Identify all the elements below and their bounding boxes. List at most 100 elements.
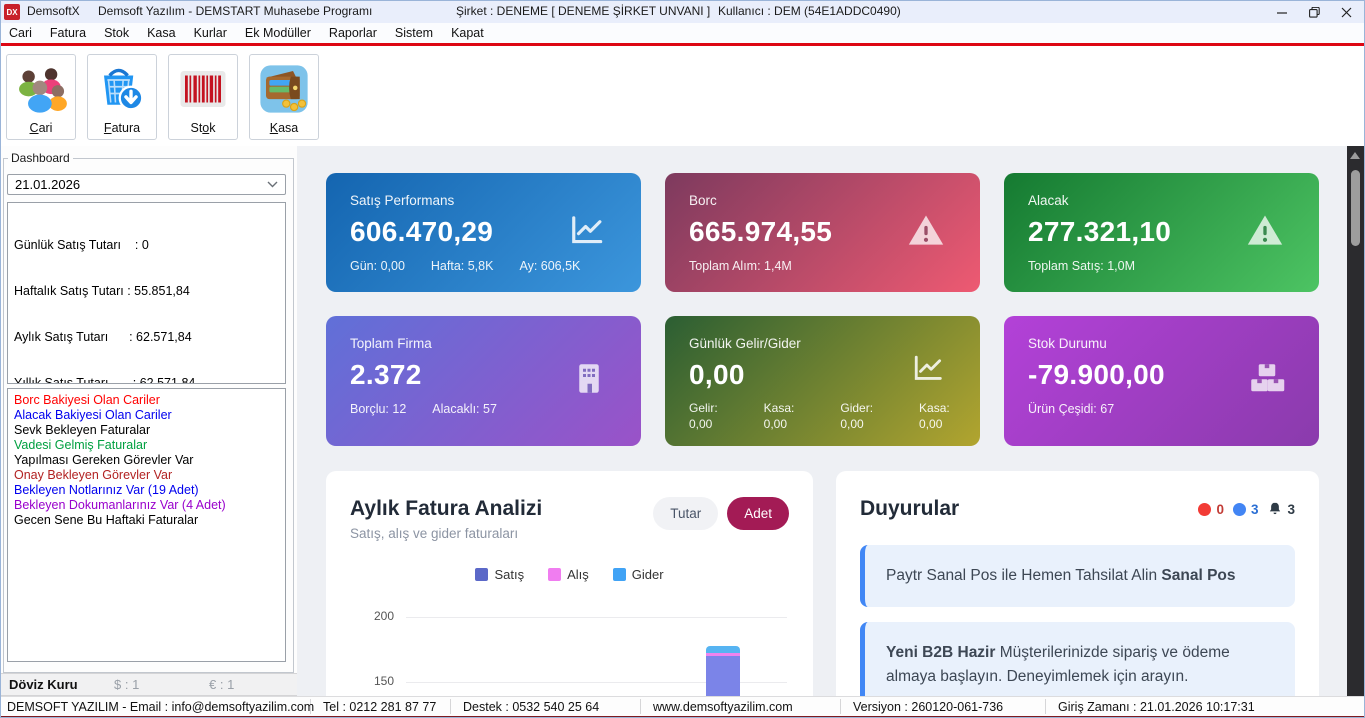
toolbar-cari-label: Cari [30, 121, 53, 135]
date-value: 21.01.2026 [15, 177, 80, 192]
restore-button[interactable] [1298, 1, 1330, 23]
card-sub: Hafta: 5,8K [431, 259, 494, 273]
stacked-bar [706, 646, 740, 696]
link-yapilmasi-gereken[interactable]: Yapılması Gereken Görevler Var [14, 453, 279, 468]
col-value: 0,00 [919, 416, 950, 432]
card-borc: Borc 665.974,55 Toplam Alım: 1,4M [665, 173, 980, 292]
announcement-item[interactable]: Yeni B2B Hazir Müşterilerinizde sipariş … [860, 622, 1295, 696]
link-vadesi-gelmis[interactable]: Vadesi Gelmiş Faturalar [14, 438, 279, 453]
sidebar: Dashboard 21.01.2026 Günlük Satış Tutarı… [1, 146, 297, 696]
aylik-fatura-analizi-card: Aylık Fatura Analizi Satış, alış ve gide… [326, 471, 813, 696]
blue-badge: 3 [1233, 502, 1259, 517]
y-tick: 200 [350, 609, 394, 623]
gridline [406, 617, 787, 618]
status-website-link[interactable]: www.demsoftyazilim.com [641, 699, 841, 714]
basket-icon [94, 61, 150, 117]
card-sub: Alacaklı: 57 [432, 402, 497, 416]
usd-rate: $ : 1 [114, 677, 209, 692]
stat-line: Haftalık Satış Tutarı : 55.851,84 [14, 284, 279, 299]
link-borc-bakiyesi[interactable]: Borc Bakiyesi Olan Cariler [14, 393, 279, 408]
menu-fatura[interactable]: Fatura [41, 23, 95, 43]
toolbar-stok-label: Stok [190, 121, 215, 135]
doviz-kuru-bar: Döviz Kuru $ : 1 € : 1 [1, 673, 297, 696]
y-tick: 150 [350, 674, 394, 688]
gider-swatch [613, 568, 626, 581]
app-logo-icon: DX [4, 4, 20, 20]
warning-icon [906, 210, 946, 255]
menu-sistem[interactable]: Sistem [386, 23, 442, 43]
bell-badge: 3 [1267, 501, 1295, 517]
card-sub: Ay: 606,5K [519, 259, 580, 273]
card-sub: Toplam Alım: 1,4M [689, 259, 792, 273]
toolbar-kasa-button[interactable]: Kasa [249, 54, 319, 140]
link-alacak-bakiyesi[interactable]: Alacak Bakiyesi Olan Cariler [14, 408, 279, 423]
stat-line: Yıllık Satış Tutarı : 62.571,84 [14, 376, 279, 384]
menubar: Cari Fatura Stok Kasa Kurlar Ek Modüller… [1, 23, 1365, 46]
titlebar: DX DemsoftX Demsoft Yazılım - DEMSTART M… [1, 1, 1365, 23]
col-label: Kasa: [919, 400, 950, 416]
card-title: Toplam Firma [350, 336, 617, 351]
scroll-up-icon[interactable] [1350, 152, 1360, 159]
chart-plot: 200 150 [350, 606, 789, 696]
link-bekleyen-dokumanlar[interactable]: Bekleyen Dokumanlarınız Var (4 Adet) [14, 498, 279, 513]
menu-kapat[interactable]: Kapat [442, 23, 493, 43]
card-title: Satış Performans [350, 193, 617, 208]
legend-satis: Satış [475, 567, 524, 582]
menu-ek-moduller[interactable]: Ek Modüller [236, 23, 320, 43]
window-title: Demsoft Yazılım - DEMSTART Muhasebe Prog… [98, 4, 372, 18]
vertical-scrollbar[interactable] [1347, 146, 1364, 696]
menu-stok[interactable]: Stok [95, 23, 138, 43]
announcement-item[interactable]: Paytr Sanal Pos ile Hemen Tahsilat Alin … [860, 545, 1295, 607]
menu-kasa[interactable]: Kasa [138, 23, 185, 43]
alis-swatch [548, 568, 561, 581]
company-label: Şirket : DENEME [ DENEME ŞİRKET UNVANI ] [456, 4, 710, 18]
link-gecen-sene[interactable]: Gecen Sene Bu Haftaki Faturalar [14, 513, 279, 528]
toolbar-cari-button[interactable]: Cari [6, 54, 76, 140]
card-gunluk-gelir-gider: Günlük Gelir/Gider 0,00 Gelir:0,00 Kasa:… [665, 316, 980, 446]
col-label: Kasa: [764, 400, 795, 416]
duyurular-card: Duyurular 0 3 3 Paytr Sanal Pos ile Heme… [836, 471, 1319, 696]
card-title: Alacak [1028, 193, 1295, 208]
link-sevk-bekleyen[interactable]: Sevk Bekleyen Faturalar [14, 423, 279, 438]
close-button[interactable] [1330, 1, 1362, 23]
toolbar-stok-button[interactable]: Stok [168, 54, 238, 140]
warning-icon [1245, 210, 1285, 255]
status-tel: Tel : 0212 281 87 77 [311, 699, 451, 714]
card-sub: Gün: 0,00 [350, 259, 405, 273]
toolbar-kasa-label: Kasa [270, 121, 299, 135]
date-select[interactable]: 21.01.2026 [7, 174, 286, 195]
eur-rate: € : 1 [209, 677, 234, 692]
status-version: Versiyon : 260120-061-736 [841, 699, 1046, 714]
stat-line: Aylık Satış Tutarı : 62.571,84 [14, 330, 279, 345]
card-sub: Borçlu: 12 [350, 402, 406, 416]
col-value: 0,00 [689, 416, 718, 432]
menu-raporlar[interactable]: Raporlar [320, 23, 386, 43]
wallet-icon [256, 61, 312, 117]
minimize-icon [1277, 7, 1288, 18]
dashboard-main: Satış Performans 606.470,29 Gün: 0,00 Ha… [297, 146, 1349, 696]
building-icon [571, 361, 607, 402]
stat-line: Günlük Satış Tutarı : 0 [14, 238, 279, 253]
blue-dot-icon [1233, 503, 1246, 516]
toolbar: Cari Fatura [1, 49, 1365, 146]
menu-cari[interactable]: Cari [1, 23, 41, 43]
dashboard-group-label: Dashboard [8, 151, 73, 165]
toolbar-fatura-button[interactable]: Fatura [87, 54, 157, 140]
barcode-icon [175, 61, 231, 117]
adet-button[interactable]: Adet [727, 497, 789, 530]
duyurular-title: Duyurular [860, 497, 959, 521]
scrollbar-thumb[interactable] [1351, 170, 1360, 246]
tutar-button[interactable]: Tutar [653, 497, 718, 530]
minimize-button[interactable] [1266, 1, 1298, 23]
status-login-time: Giriş Zamanı : 21.01.2026 10:17:31 [1046, 699, 1267, 714]
link-bekleyen-notlar[interactable]: Bekleyen Notlarınız Var (19 Adet) [14, 483, 279, 498]
card-title: Borc [689, 193, 956, 208]
menu-kurlar[interactable]: Kurlar [185, 23, 236, 43]
app-name: DemsoftX [27, 4, 80, 18]
legend-gider: Gider [613, 567, 664, 582]
link-onay-bekleyen[interactable]: Onay Bekleyen Görevler Var [14, 468, 279, 483]
alerts-links-box: Borc Bakiyesi Olan Cariler Alacak Bakiye… [7, 388, 286, 662]
chart-title: Aylık Fatura Analizi [350, 497, 542, 521]
red-badge: 0 [1198, 502, 1224, 517]
user-label: Kullanıcı : DEM (54E1ADDC0490) [718, 4, 901, 18]
